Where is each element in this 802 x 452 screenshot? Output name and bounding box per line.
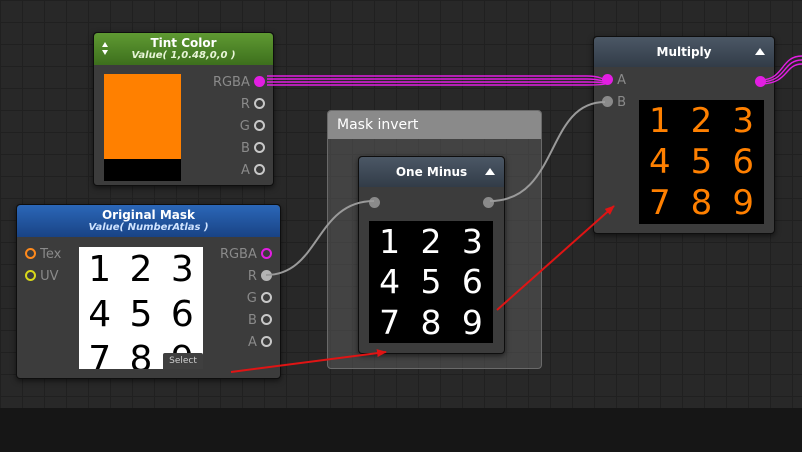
port-label: B: [617, 95, 627, 110]
digit-cell: 8: [129, 339, 153, 369]
digit-cell: 2: [690, 100, 713, 141]
port-label: A: [247, 335, 257, 350]
digit-cell: 6: [461, 262, 483, 302]
digit-cell: 1: [88, 249, 112, 290]
output-port-b[interactable]: B: [241, 141, 265, 157]
port-socket-icon[interactable]: [25, 270, 36, 281]
group-title[interactable]: Mask invert: [328, 111, 541, 139]
node-title: Multiply: [656, 45, 712, 59]
port-label: B: [240, 141, 250, 156]
digit-cell: 1: [649, 100, 671, 141]
output-port-r[interactable]: R: [248, 269, 272, 285]
original-mask-node[interactable]: Original Mask Value( NumberAtlas ) Tex U…: [16, 204, 281, 379]
node-title: Original Mask: [101, 208, 196, 222]
digit-cell: 9: [732, 183, 754, 224]
multiply-header[interactable]: Multiply: [594, 37, 774, 67]
digit-cell: 5: [690, 141, 713, 182]
inverted-preview: 123 456 789: [369, 221, 493, 343]
digit-cell: 5: [420, 262, 442, 302]
number-atlas-preview: 123456789: [79, 247, 203, 369]
multiply-node[interactable]: Multiply A B 123 456 789: [593, 36, 775, 234]
port-socket-icon[interactable]: [25, 248, 36, 259]
port-label: A: [240, 163, 250, 178]
digit-cell: 7: [379, 303, 401, 343]
port-socket-icon[interactable]: [254, 98, 265, 109]
port-socket-icon[interactable]: [602, 74, 613, 85]
port-label: RGBA: [219, 247, 257, 262]
port-label: Tex: [40, 247, 62, 262]
output-port-g[interactable]: G: [247, 291, 272, 307]
select-texture-button[interactable]: Select: [163, 353, 203, 369]
digit-cell: 5: [129, 294, 153, 335]
port-label: UV: [40, 269, 59, 284]
input-port-b[interactable]: B: [602, 95, 626, 111]
port-label: R: [247, 269, 257, 284]
port-socket-icon[interactable]: [254, 120, 265, 131]
output-port-rgba[interactable]: RGBA: [213, 75, 265, 91]
texture-preview[interactable]: 123456789 Select: [79, 247, 203, 369]
digit-cell: 2: [420, 221, 442, 261]
port-socket-icon[interactable]: [261, 336, 272, 347]
port-socket-icon[interactable]: [254, 164, 265, 175]
node-value: Value( NumberAtlas ): [88, 222, 209, 233]
input-port-a[interactable]: A: [602, 73, 626, 89]
port-socket-icon[interactable]: [261, 248, 272, 259]
port-label: RGBA: [212, 75, 250, 90]
input-port-socket-icon[interactable]: [369, 197, 380, 208]
tint-color-header[interactable]: Tint Color Value( 1,0.48,0,0 ): [94, 33, 273, 65]
input-port-tex[interactable]: Tex: [25, 247, 61, 263]
digit-cell: 4: [379, 262, 401, 302]
output-port-a[interactable]: A: [241, 163, 265, 179]
original-mask-header[interactable]: Original Mask Value( NumberAtlas ): [17, 205, 280, 237]
port-socket-icon[interactable]: [261, 270, 272, 281]
digit-cell: 6: [732, 141, 754, 182]
node-value: Value( 1,0.48,0,0 ): [131, 50, 236, 61]
digit-cell: 3: [461, 221, 483, 261]
one-minus-node[interactable]: One Minus 123 456 789: [358, 156, 505, 354]
one-minus-header[interactable]: One Minus: [359, 157, 504, 187]
port-label: R: [240, 97, 250, 112]
multiply-preview: 123 456 789: [639, 100, 764, 224]
collapse-icon[interactable]: [485, 168, 495, 175]
tint-color-node[interactable]: Tint Color Value( 1,0.48,0,0 ) RGBA R G …: [93, 32, 274, 186]
digit-cell: 1: [379, 221, 401, 261]
digit-cell: 7: [649, 183, 671, 224]
digit-cell: 2: [129, 249, 153, 290]
port-label: B: [247, 313, 257, 328]
port-socket-icon[interactable]: [602, 96, 613, 107]
digit-cell: 3: [170, 249, 194, 290]
output-port-rgba[interactable]: RGBA: [220, 247, 272, 263]
node-graph-canvas[interactable]: Mask invert Tint Color Value( 1,0.48,0,0…: [0, 0, 802, 408]
output-port-socket-icon[interactable]: [483, 197, 494, 208]
color-swatch[interactable]: [104, 74, 181, 181]
port-socket-icon[interactable]: [261, 292, 272, 303]
digit-cell: 4: [88, 294, 112, 335]
sort-arrows-icon[interactable]: [102, 42, 109, 56]
digit-cell: 7: [88, 339, 112, 369]
port-socket-icon[interactable]: [254, 142, 265, 153]
output-port-r[interactable]: R: [241, 97, 265, 113]
digit-cell: 6: [170, 294, 194, 335]
node-title: One Minus: [395, 165, 468, 179]
port-socket-icon[interactable]: [254, 76, 265, 87]
digit-cell: 9: [461, 303, 483, 343]
output-port-g[interactable]: G: [240, 119, 265, 135]
port-label: A: [617, 73, 627, 88]
digit-cell: 8: [420, 303, 442, 343]
input-port-uv[interactable]: UV: [25, 269, 59, 285]
port-label: G: [239, 119, 250, 134]
collapse-icon[interactable]: [755, 48, 765, 55]
node-title: Tint Color: [150, 36, 217, 50]
swatch-fill: [104, 74, 181, 159]
digit-cell: 3: [732, 100, 754, 141]
port-label: G: [246, 291, 257, 306]
output-port-a[interactable]: A: [248, 335, 272, 351]
digit-cell: 8: [690, 183, 713, 224]
digit-cell: 4: [649, 141, 671, 182]
port-socket-icon[interactable]: [261, 314, 272, 325]
output-port-b[interactable]: B: [248, 313, 272, 329]
bottom-panel: [0, 408, 802, 452]
output-port-socket-icon[interactable]: [755, 76, 766, 87]
